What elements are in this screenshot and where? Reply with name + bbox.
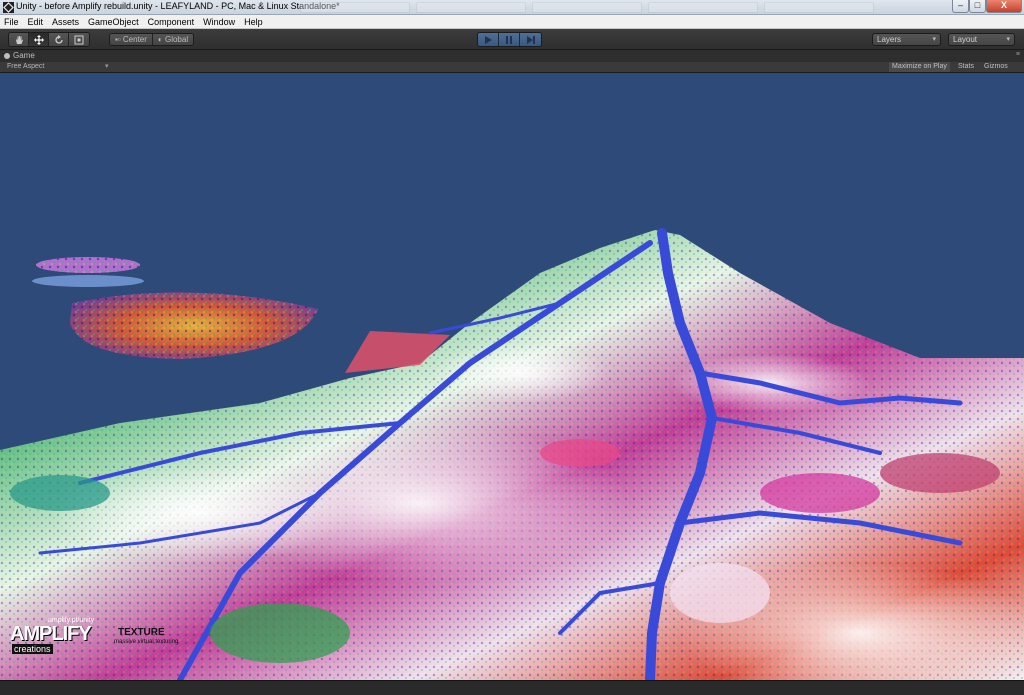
menu-gameobject[interactable]: GameObject xyxy=(88,17,139,27)
layers-dropdown[interactable]: Layers ▾ xyxy=(872,33,941,46)
background-tab xyxy=(416,2,526,13)
rotate-tool-button[interactable] xyxy=(49,33,69,46)
play-icon xyxy=(485,35,492,44)
center-icon: ▪▫ xyxy=(115,35,123,44)
menu-file[interactable]: File xyxy=(4,17,19,27)
pause-button[interactable] xyxy=(499,33,520,46)
step-icon xyxy=(526,35,535,44)
watermark-brand: AMPLIFY xyxy=(10,623,92,645)
menu-window[interactable]: Window xyxy=(203,17,235,27)
rotate-icon xyxy=(54,34,63,44)
pivot-center-button[interactable]: ▪▫ Center xyxy=(110,34,153,45)
main-toolbar: ▪▫ Center ◐ Global Layers ▾ Layout ▾ xyxy=(0,29,1024,50)
minimize-button[interactable]: – xyxy=(952,0,969,13)
layout-dropdown[interactable]: Layout ▾ xyxy=(948,33,1015,46)
transform-tools xyxy=(8,32,90,47)
watermark-product-sub: massive virtual texturing xyxy=(114,639,179,645)
pivot-global-button[interactable]: ◐ Global xyxy=(152,34,194,45)
globe-icon: ◐ xyxy=(157,35,165,44)
window-title: Unity - before Amplify rebuild.unity - L… xyxy=(16,1,340,11)
game-controller-icon xyxy=(4,52,10,59)
chevron-down-icon: ▾ xyxy=(932,36,936,43)
window-titlebar: Unity - before Amplify rebuild.unity - L… xyxy=(0,0,1024,15)
chevron-down-icon: ▾ xyxy=(1006,36,1010,43)
hand-icon xyxy=(15,35,23,44)
island-texture xyxy=(70,292,318,359)
scale-icon xyxy=(74,35,84,44)
background-browser-tabs xyxy=(300,2,874,13)
pivot-toggles: ▪▫ Center ◐ Global xyxy=(109,33,195,46)
background-tab xyxy=(300,2,410,13)
play-button[interactable] xyxy=(478,33,499,46)
background-tab xyxy=(764,2,874,13)
move-tool-button[interactable] xyxy=(29,33,49,46)
background-tab xyxy=(648,2,758,13)
background-tab xyxy=(532,2,642,13)
stats-toggle[interactable]: Stats xyxy=(955,62,977,72)
panel-menu-icon[interactable]: ≡ xyxy=(1016,51,1020,58)
move-arrows-icon xyxy=(33,34,44,45)
scale-tool-button[interactable] xyxy=(69,33,89,46)
menu-bar: File Edit Assets GameObject Component Wi… xyxy=(0,15,1024,29)
island-texture xyxy=(36,257,140,273)
game-viewport[interactable]: amplify.pt/unity AMPLIFY creations TEXTU… xyxy=(0,73,1024,680)
watermark-brand-sub: creations xyxy=(12,644,53,654)
pause-icon xyxy=(506,35,512,44)
amplify-watermark: amplify.pt/unity AMPLIFY creations TEXTU… xyxy=(10,613,210,673)
step-button[interactable] xyxy=(520,33,541,46)
chevron-down-icon: ▾ xyxy=(105,63,109,70)
menu-help[interactable]: Help xyxy=(244,17,263,27)
game-view-toolbar: Free Aspect ▾ Maximize on Play Stats Giz… xyxy=(0,62,1024,73)
close-button[interactable]: X xyxy=(986,0,1022,13)
maximize-button[interactable]: □ xyxy=(969,0,986,13)
unity-app-icon xyxy=(3,2,14,13)
hand-tool-button[interactable] xyxy=(9,33,29,46)
menu-assets[interactable]: Assets xyxy=(52,17,79,27)
aspect-dropdown[interactable]: Free Aspect xyxy=(7,63,44,70)
play-controls xyxy=(477,32,542,47)
watermark-product: TEXTURE xyxy=(118,627,165,638)
status-bar xyxy=(0,680,1024,695)
tab-game[interactable]: Game xyxy=(4,51,35,60)
maximize-on-play-toggle[interactable]: Maximize on Play xyxy=(889,62,950,72)
game-panel-header: Game ≡ xyxy=(0,50,1024,62)
terrain-render xyxy=(0,228,1024,680)
gizmos-dropdown[interactable]: Gizmos xyxy=(981,62,1011,72)
menu-component[interactable]: Component xyxy=(148,17,195,27)
floating-island-small-lower xyxy=(32,275,144,287)
menu-edit[interactable]: Edit xyxy=(28,17,44,27)
